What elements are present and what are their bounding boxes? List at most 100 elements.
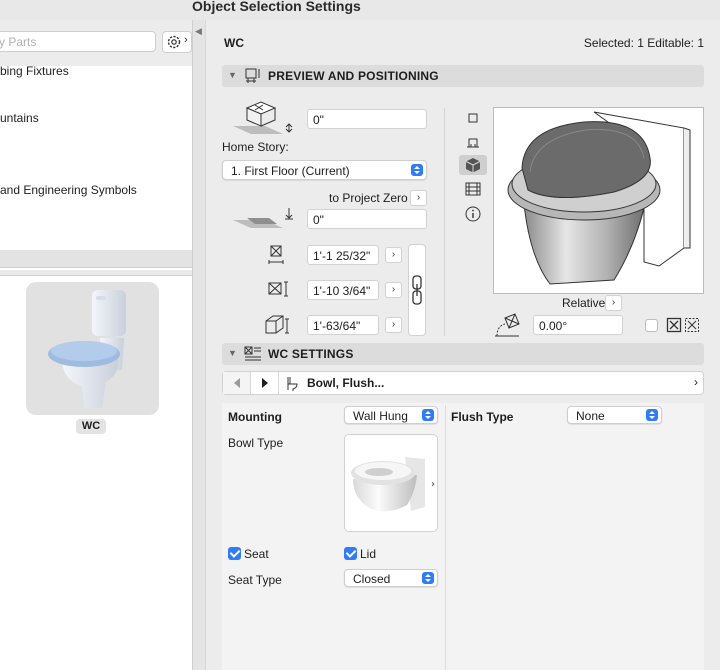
elevation-input[interactable]: 0": [307, 109, 427, 129]
lid-checkbox[interactable]: [344, 547, 357, 560]
rotation-input[interactable]: 0.00°: [533, 315, 623, 335]
chevron-right-icon: ›: [184, 34, 188, 46]
proportion-lock-button[interactable]: [408, 244, 426, 336]
seat-type-select[interactable]: Closed: [344, 569, 438, 587]
bowl-type-picker[interactable]: ›: [344, 434, 438, 532]
section-title: PREVIEW AND POSITIONING: [268, 69, 439, 83]
flush-type-label: Flush Type: [451, 410, 514, 424]
wc-settings-section-header[interactable]: ▼ WC SETTINGS: [222, 343, 704, 365]
stepper-icon: [422, 572, 434, 584]
home-story-label: Home Story:: [222, 140, 289, 154]
rotation-angle-icon: [495, 313, 520, 337]
mounting-value: Wall Hung: [353, 409, 408, 423]
window-titlebar: Object Selection Settings: [0, 0, 720, 20]
width-icon: [268, 245, 284, 264]
project-zero-toggle-button[interactable]: ›: [410, 190, 427, 206]
object-thumbnail[interactable]: [26, 282, 159, 415]
panel-divider[interactable]: ◀: [192, 20, 206, 670]
chain-link-icon: [412, 275, 422, 305]
project-zero-label: to Project Zero: [329, 191, 408, 205]
pane-splitter[interactable]: [0, 250, 192, 268]
view-elevation-button[interactable]: [459, 179, 487, 199]
project-zero-icon: [233, 208, 293, 228]
flush-type-select[interactable]: None: [567, 406, 662, 424]
triangle-left-icon: [234, 378, 240, 388]
mirror-y-icon[interactable]: [684, 317, 700, 333]
mirror-checkbox[interactable]: [645, 319, 658, 332]
depth-arrow-button[interactable]: ›: [385, 282, 402, 298]
seat-label: Seat: [244, 547, 269, 561]
preview-section-header[interactable]: ▼ PREVIEW AND POSITIONING: [222, 65, 704, 87]
width-arrow-button[interactable]: ›: [385, 247, 402, 263]
library-tree-item[interactable]: bing Fixtures: [0, 64, 69, 78]
disclosure-triangle-icon[interactable]: ▼: [228, 70, 237, 80]
lid-label: Lid: [360, 547, 377, 561]
settings-panel: WC Selected: 1 Editable: 1 ▼ PREVIEW AND…: [207, 20, 720, 670]
relative-label: Relative: [562, 296, 606, 310]
preview-positioning-icon: [245, 68, 260, 83]
gear-icon: [167, 35, 181, 49]
info-icon: [465, 206, 481, 222]
triangle-right-icon: [262, 378, 268, 388]
width-input[interactable]: 1'-1 25/32": [307, 245, 379, 265]
plan-view-icon: [468, 113, 478, 123]
toilet-thumbnail-image: [48, 290, 126, 408]
view-3d-button[interactable]: [459, 155, 487, 175]
3d-preview[interactable]: [493, 107, 704, 294]
toilet-category-icon: [287, 377, 298, 391]
selection-info: Selected: 1 Editable: 1: [583, 36, 704, 50]
mounting-select[interactable]: Wall Hung: [344, 406, 438, 424]
seat-type-value: Closed: [353, 572, 391, 586]
wall-hung-bowl-image: ›: [351, 457, 435, 512]
stepper-icon: [411, 164, 423, 176]
thumbnail-caption: WC: [76, 419, 106, 434]
depth-input[interactable]: 1'-10 3/64": [307, 280, 379, 300]
section-title: WC SETTINGS: [268, 347, 354, 361]
parameter-page-breadcrumb[interactable]: Bowl, Flush...: [307, 376, 384, 390]
wc-settings-pane: [222, 403, 704, 670]
section-view-icon: [467, 138, 479, 148]
height-input[interactable]: 1'-63/64": [307, 315, 379, 335]
library-settings-button[interactable]: ›: [162, 31, 192, 53]
relative-toggle-button[interactable]: ›: [605, 295, 622, 311]
object-name: WC: [224, 36, 244, 50]
wc-pane-separator: [445, 405, 446, 670]
seat-type-label: Seat Type: [228, 573, 282, 587]
view-2d-button[interactable]: [459, 109, 487, 129]
window-title: Object Selection Settings: [192, 0, 361, 14]
3d-view-icon: [465, 158, 481, 173]
previous-page-button[interactable]: [223, 372, 251, 394]
home-story-value: 1. First Floor (Current): [231, 164, 350, 178]
collapse-left-icon[interactable]: ◀: [195, 26, 202, 37]
library-search-input[interactable]: ry Parts: [0, 31, 156, 52]
library-panel: ry Parts › bing Fixtures untains and Eng…: [0, 20, 192, 670]
parameter-navigation-bar: Bowl, Flush... ›: [222, 371, 704, 395]
home-story-select[interactable]: 1. First Floor (Current): [222, 160, 427, 180]
search-placeholder: ry Parts: [0, 35, 37, 49]
chevron-right-icon[interactable]: ›: [694, 375, 698, 389]
height-arrow-button[interactable]: ›: [385, 317, 402, 333]
elevation-view-icon: [465, 182, 481, 196]
info-button[interactable]: [459, 204, 487, 224]
flush-type-value: None: [576, 409, 605, 423]
bowl-type-label: Bowl Type: [228, 436, 284, 450]
library-toolbar: ry Parts ›: [0, 20, 192, 66]
mirror-x-icon[interactable]: [666, 317, 682, 333]
parameters-icon: [244, 346, 261, 361]
mounting-label: Mounting: [228, 410, 282, 424]
stepper-icon: [646, 409, 658, 421]
pane-splitter-handle[interactable]: [0, 270, 192, 276]
next-page-button[interactable]: [251, 372, 279, 394]
view-section-button[interactable]: [459, 133, 487, 153]
project-zero-input[interactable]: 0": [307, 209, 427, 229]
depth-icon: [268, 281, 288, 297]
vertical-separator: [444, 108, 445, 336]
seat-checkbox[interactable]: [228, 547, 241, 560]
disclosure-triangle-icon[interactable]: ▼: [228, 348, 237, 358]
elevation-icon: [233, 101, 293, 134]
stepper-icon: [422, 409, 434, 421]
toilet-preview-image: [507, 111, 691, 285]
svg-text:›: ›: [431, 479, 435, 490]
library-tree-item[interactable]: untains: [0, 111, 39, 125]
library-tree-item[interactable]: and Engineering Symbols: [0, 183, 137, 197]
